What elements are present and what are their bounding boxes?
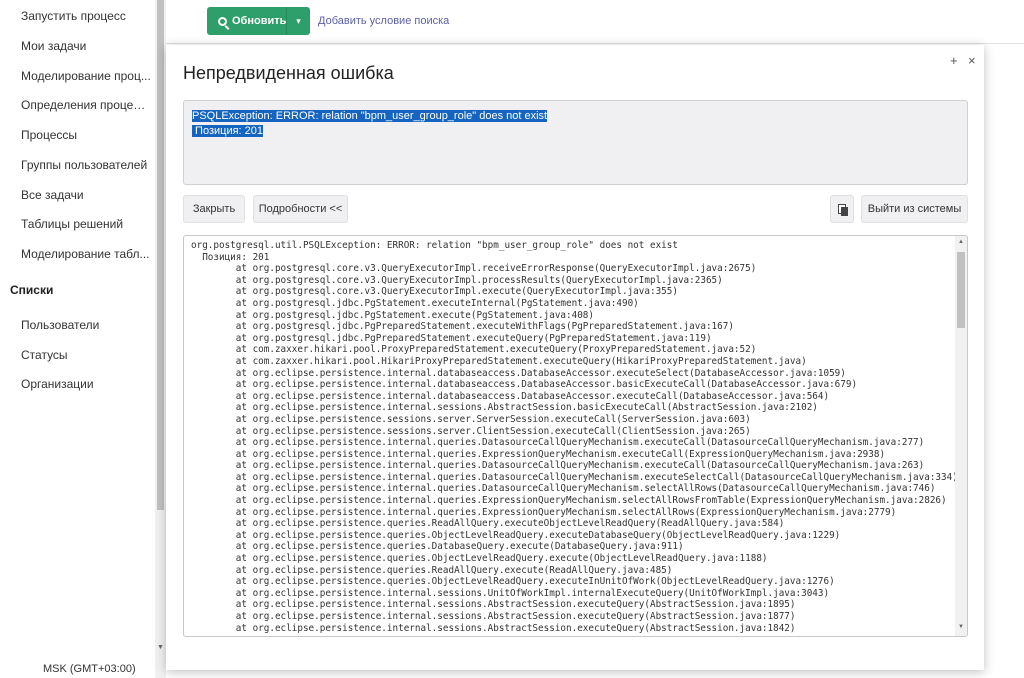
add-search-condition-link[interactable]: Добавить условие поиска <box>318 15 449 27</box>
error-message-line: PSQLException: ERROR: relation "bpm_user… <box>192 110 548 122</box>
close-icon[interactable]: × <box>968 53 976 68</box>
chevron-down-icon[interactable]: ▾ <box>286 7 310 35</box>
refresh-button[interactable]: Обновить ▾ <box>207 7 310 35</box>
copy-icon <box>838 204 848 216</box>
sidebar-item-processes[interactable]: Процессы <box>21 128 151 142</box>
error-position-line: Позиция: 201 <box>192 125 264 137</box>
sidebar-section-lists: Списки <box>10 283 54 297</box>
sidebar-item-table-modeling[interactable]: Моделирование табл... <box>21 247 151 261</box>
stacktrace-text: org.postgresql.util.PSQLException: ERROR… <box>191 240 958 634</box>
sidebar: Запустить процесс Мои задачи Моделирован… <box>0 0 155 678</box>
sidebar-item-my-tasks[interactable]: Мои задачи <box>21 39 151 53</box>
scroll-down-arrow-icon[interactable]: ▼ <box>958 624 964 630</box>
stacktrace-area[interactable]: org.postgresql.util.PSQLException: ERROR… <box>183 235 968 637</box>
scroll-up-arrow-icon[interactable]: ▲ <box>958 239 964 245</box>
refresh-button-label: Обновить <box>232 15 287 27</box>
search-icon <box>218 16 227 26</box>
dialog-title: Непредвиденная ошибка <box>183 63 394 83</box>
sidebar-item-organizations[interactable]: Организации <box>21 377 151 391</box>
sidebar-item-process-definitions[interactable]: Определения процесс... <box>21 98 151 112</box>
sidebar-item-decision-tables[interactable]: Таблицы решений <box>21 217 151 231</box>
sidebar-item-user-groups[interactable]: Группы пользователей <box>21 158 151 172</box>
sidebar-item-users[interactable]: Пользователи <box>21 318 151 332</box>
maximize-icon[interactable]: + <box>950 53 958 68</box>
error-message-box[interactable]: PSQLException: ERROR: relation "bpm_user… <box>183 100 968 185</box>
error-dialog: Непредвиденная ошибка + × PSQLException:… <box>166 45 984 670</box>
logout-button[interactable]: Выйти из системы <box>861 195 968 223</box>
scroll-down-arrow-icon[interactable]: ▼ <box>157 644 164 651</box>
timezone-label: MSK (GMT+03:00) <box>43 663 136 675</box>
sidebar-item-start-process[interactable]: Запустить процесс <box>21 9 151 23</box>
close-button[interactable]: Закрыть <box>183 195 245 223</box>
stacktrace-scrollbar-thumb[interactable] <box>957 252 965 328</box>
sidebar-item-statuses[interactable]: Статусы <box>21 348 151 362</box>
sidebar-item-process-modeling[interactable]: Моделирование проц... <box>21 69 151 83</box>
sidebar-scrollbar-thumb[interactable] <box>157 0 164 510</box>
copy-button[interactable] <box>830 195 854 223</box>
divider <box>166 43 1024 44</box>
details-button[interactable]: Подробности << <box>253 195 348 223</box>
sidebar-item-all-tasks[interactable]: Все задачи <box>21 188 151 202</box>
